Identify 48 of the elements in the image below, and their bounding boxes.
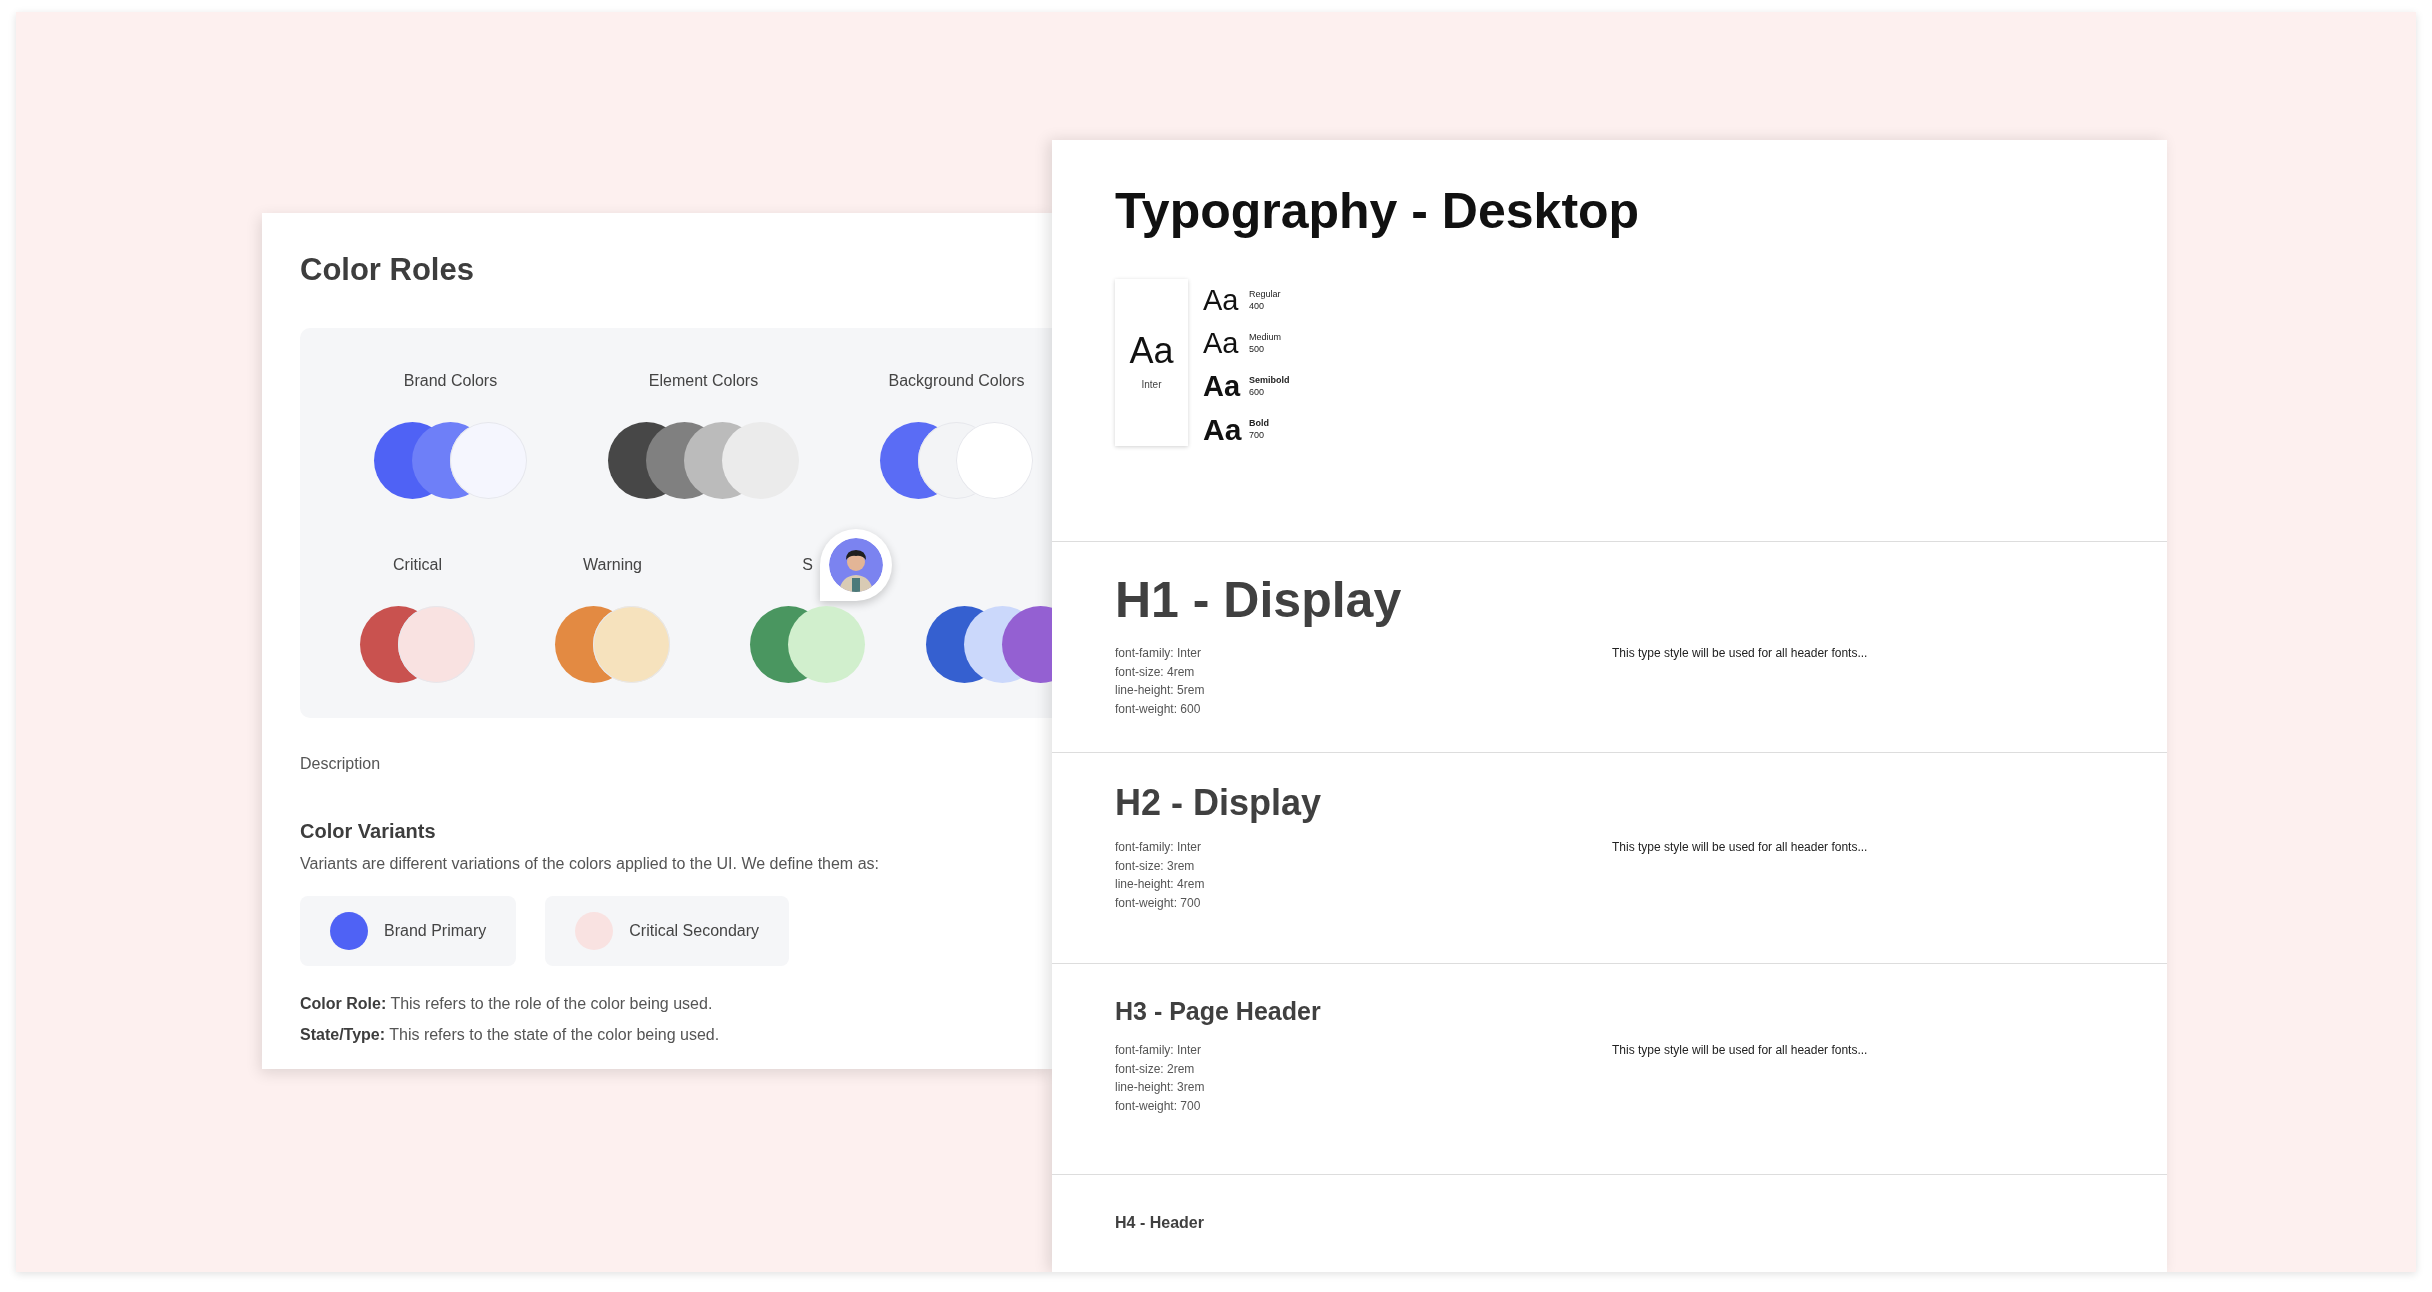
- section-heading: Color Variants: [300, 819, 436, 845]
- style-heading: H3 - Page Header: [1115, 996, 1321, 1026]
- weight-name: Medium: [1249, 332, 1281, 344]
- chip-label: Brand Primary: [384, 921, 487, 942]
- style-heading: H1 - Display: [1115, 571, 1402, 630]
- style-description: This type style will be used for all header fonts...: [1612, 839, 1868, 857]
- weight-name: Regular: [1249, 289, 1281, 301]
- spec-text: font-size: 3rem: [1115, 857, 1195, 875]
- spec-text: font-weight: 600: [1115, 700, 1201, 718]
- group-label: Element Colors: [648, 372, 759, 390]
- weight-sample: Aa: [1203, 329, 1239, 358]
- weight-value: 400: [1249, 300, 1266, 312]
- group-label: Critical: [393, 556, 442, 574]
- definition-text: Color Role: This refers to the role of the color being used.: [300, 994, 714, 1015]
- section-title: Color Roles: [300, 251, 474, 289]
- weight-name: Semibold: [1249, 375, 1290, 387]
- style-description: This type style will be used for all header fonts...: [1612, 645, 1868, 662]
- weight-value: 700: [1249, 429, 1266, 441]
- style-heading: H4 - Header: [1115, 1213, 1204, 1233]
- style-heading: H2 - Display: [1115, 781, 1322, 825]
- description-label: Description: [300, 754, 381, 775]
- chip-label: Critical Secondary: [629, 921, 760, 942]
- specimen-sample: Aa: [1129, 333, 1174, 369]
- spec-text: line-height: 5rem: [1115, 682, 1205, 700]
- group-label: Brand Colors: [403, 372, 498, 390]
- font-family-label: Inter: [1141, 378, 1162, 392]
- weight-value: 600: [1249, 386, 1266, 398]
- group-label: Warning: [583, 556, 642, 574]
- weight-value: 500: [1249, 343, 1266, 355]
- group-label: S: [802, 556, 813, 574]
- spec-text: font-size: 2rem: [1115, 1060, 1195, 1078]
- spec-text: font-size: 4rem: [1115, 663, 1195, 681]
- style-description: This type style will be used for all header fonts...: [1612, 1042, 1868, 1059]
- definition-text: State/Type: This refers to the state of the color being used.: [300, 1025, 721, 1046]
- spec-text: font-family: Inter: [1115, 839, 1202, 857]
- page-title: Typography - Desktop: [1115, 184, 1640, 239]
- weight-sample: Aa: [1203, 286, 1239, 315]
- spec-text: line-height: 4rem: [1115, 876, 1205, 894]
- spec-text: font-weight: 700: [1115, 894, 1201, 912]
- avatar-icon: [829, 538, 883, 592]
- body-text: Variants are different variations of the colors applied to the UI. We define them as:: [300, 854, 880, 875]
- weight-sample: Aa: [1203, 372, 1239, 401]
- spec-text: font-family: Inter: [1115, 645, 1202, 662]
- spec-text: font-family: Inter: [1115, 1042, 1202, 1059]
- weight-name: Bold: [1249, 418, 1269, 430]
- group-label: Background Colors: [888, 372, 1025, 390]
- spec-text: font-weight: 700: [1115, 1097, 1201, 1115]
- spec-text: line-height: 3rem: [1115, 1079, 1205, 1097]
